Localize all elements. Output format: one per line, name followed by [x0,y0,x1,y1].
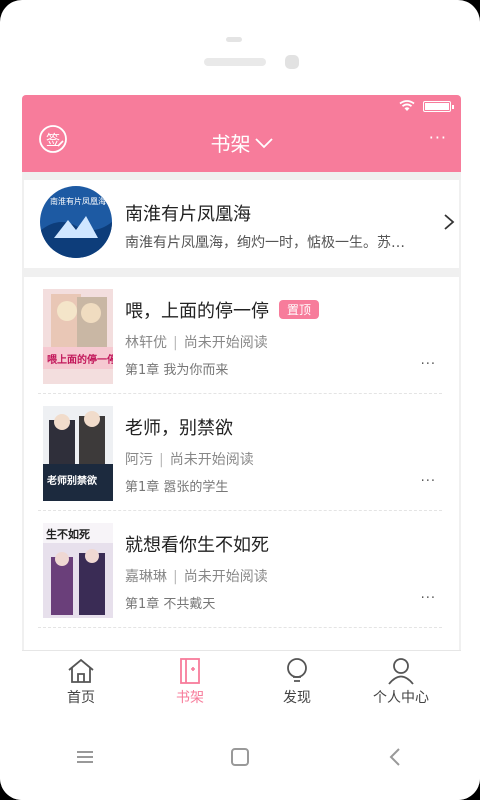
recommend-card[interactable]: 南淮有片凤凰海 南淮有片凤凰海 南淮有片凤凰海，绚灼一时，惦极一生。苏… [24,180,459,268]
tab-home[interactable]: 首页 [46,651,116,712]
book-chapter: 第1章 嚣张的学生 [125,480,229,495]
svg-text:生不如死: 生不如死 [46,527,90,541]
bulb-icon [287,658,307,682]
svg-text:老师别禁欲: 老师别禁欲 [46,474,97,487]
tab-discover[interactable]: 发现 [262,651,332,712]
book-more-button[interactable]: ··· [421,357,436,372]
book-cover-image: 喂上面的停一停 [43,289,113,384]
read-status: 尚未开始阅读 [169,452,254,468]
tab-bookshelf[interactable]: 书架 [155,651,225,712]
recommend-cover-image: 南淮有片凤凰海 [40,186,112,258]
pinned-badge: 置顶 [279,300,320,319]
book-item[interactable]: 老师别禁欲 老师，别禁欲 阿污 | 尚未开始阅读 第1章 嚣张的学生 ··· [38,394,442,511]
svg-text:喂上面的停一停: 喂上面的停一停 [47,353,113,366]
app-screen: 签 书架 ··· 南淮有片凤凰海 南淮有片凤凰海 南淮有片凤凰海，绚灼一时，惦极… [22,95,461,712]
book-author: 林轩优 [125,335,167,351]
chevron-down-icon [254,137,273,148]
status-bar [399,100,454,112]
book-more-button[interactable]: ··· [421,591,436,606]
read-status: 尚未开始阅读 [183,335,268,351]
page-title: 书架 [210,132,251,156]
book-meta: 阿污 | 尚未开始阅读 [125,452,254,468]
battery-icon [423,100,454,112]
recommend-description: 南淮有片凤凰海，绚灼一时，惦极一生。苏… [125,235,405,251]
bookshelf-icon [180,658,200,684]
back-icon[interactable] [388,747,402,767]
svg-text:南淮有片凤凰海: 南淮有片凤凰海 [50,196,106,206]
earpiece-slot [226,37,242,42]
book-author: 嘉琳琳 [125,569,167,585]
book-chapter: 第1章 我为你而来 [125,363,229,378]
more-menu-button[interactable]: ··· [429,130,447,146]
book-chapter: 第1章 不共戴天 [125,597,216,612]
home-button[interactable] [231,748,249,766]
shelf-title-dropdown[interactable]: 书架 [22,128,461,157]
book-list: 喂上面的停一停 喂，上面的停一停 置顶 林轩优 | 尚未开始阅读 第1章 我为你而来 … [24,277,459,657]
book-meta: 林轩优 | 尚未开始阅读 [125,335,268,351]
tab-profile[interactable]: 个人中心 [366,651,436,712]
book-cover-image: 生不如死 [43,523,113,618]
book-more-button[interactable]: ··· [421,474,436,489]
front-camera [285,55,299,69]
book-author: 阿污 [125,452,153,468]
book-title: 喂，上面的停一停 置顶 [125,297,320,323]
bottom-tab-bar: 首页 书架 发现 个人中心 [22,650,461,712]
speaker-grill [204,58,266,66]
top-header: 签 书架 ··· [22,95,461,172]
home-icon [68,658,94,683]
user-icon [388,658,414,685]
book-item[interactable]: 生不如死 就想看你生不如死 嘉琳琳 | 尚未开始阅读 第1章 不共戴天 ··· [38,511,442,628]
chevron-right-icon [444,214,455,230]
book-title: 就想看你生不如死 [125,535,269,556]
book-cover-image: 老师别禁欲 [43,406,113,501]
system-nav-bar [0,712,480,800]
menu-icon[interactable] [76,750,94,764]
recommend-title: 南淮有片凤凰海 [125,204,251,225]
read-status: 尚未开始阅读 [183,569,268,585]
book-meta: 嘉琳琳 | 尚未开始阅读 [125,569,268,585]
book-item[interactable]: 喂上面的停一停 喂，上面的停一停 置顶 林轩优 | 尚未开始阅读 第1章 我为你而来 … [38,277,442,394]
phone-frame: 签 书架 ··· 南淮有片凤凰海 南淮有片凤凰海 南淮有片凤凰海，绚灼一时，惦极… [0,0,480,800]
book-title: 老师，别禁欲 [125,418,233,439]
wifi-icon [399,100,415,111]
